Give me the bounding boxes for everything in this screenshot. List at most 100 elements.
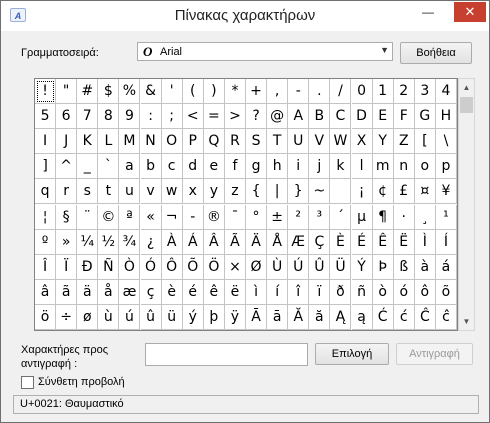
character-cell[interactable]: ă: [309, 304, 331, 330]
character-cell[interactable]: Q: [203, 129, 225, 155]
character-cell[interactable]: T: [267, 129, 289, 155]
character-cell[interactable]: Ò: [119, 254, 141, 280]
character-cell[interactable]: &: [140, 79, 162, 105]
character-cell[interactable]: î: [288, 279, 310, 305]
character-cell[interactable]: U: [288, 129, 310, 155]
character-cell[interactable]: ï: [309, 279, 331, 305]
character-cell[interactable]: _: [77, 154, 99, 180]
character-cell[interactable]: £: [393, 179, 415, 205]
character-cell[interactable]: Å: [267, 229, 289, 255]
character-cell[interactable]: Ý: [351, 254, 373, 280]
character-cell[interactable]: q: [35, 179, 57, 205]
character-cell[interactable]: Þ: [372, 254, 394, 280]
character-cell[interactable]: Í: [435, 229, 457, 255]
character-cell[interactable]: a: [119, 154, 141, 180]
character-cell[interactable]: é: [182, 279, 204, 305]
select-button[interactable]: Επιλογή: [315, 343, 389, 365]
character-cell[interactable]: Ì: [414, 229, 436, 255]
character-cell[interactable]: [330, 179, 352, 205]
character-cell[interactable]: ø: [77, 304, 99, 330]
character-cell[interactable]: â: [35, 279, 57, 305]
character-cell[interactable]: ½: [98, 229, 120, 255]
character-cell[interactable]: Ë: [393, 229, 415, 255]
character-cell[interactable]: `: [98, 154, 120, 180]
character-cell[interactable]: ê: [203, 279, 225, 305]
character-cell[interactable]: G: [414, 104, 436, 130]
character-cell[interactable]: =: [203, 104, 225, 130]
character-cell[interactable]: ë: [224, 279, 246, 305]
character-cell[interactable]: ±: [267, 204, 289, 230]
character-cell[interactable]: ¿: [140, 229, 162, 255]
character-cell[interactable]: S: [246, 129, 268, 155]
character-cell[interactable]: É: [351, 229, 373, 255]
character-cell[interactable]: o: [414, 154, 436, 180]
character-cell[interactable]: µ: [351, 204, 373, 230]
character-cell[interactable]: ¬: [161, 204, 183, 230]
character-cell[interactable]: Ă: [288, 304, 310, 330]
character-cell[interactable]: ): [203, 79, 225, 105]
character-cell[interactable]: ¹: [435, 204, 457, 230]
character-cell[interactable]: E: [372, 104, 394, 130]
character-cell[interactable]: M: [119, 129, 141, 155]
character-cell[interactable]: /: [330, 79, 352, 105]
font-dropdown[interactable]: O Arial ▼: [137, 42, 393, 61]
character-cell[interactable]: +: [246, 79, 268, 105]
character-cell[interactable]: 1: [372, 79, 394, 105]
character-cell[interactable]: ù: [98, 304, 120, 330]
character-cell[interactable]: à: [414, 254, 436, 280]
character-cell[interactable]: e: [203, 154, 225, 180]
character-cell[interactable]: H: [435, 104, 457, 130]
character-cell[interactable]: c: [161, 154, 183, 180]
character-cell[interactable]: è: [161, 279, 183, 305]
character-cell[interactable]: -: [288, 79, 310, 105]
character-cell[interactable]: n: [393, 154, 415, 180]
character-cell[interactable]: À: [161, 229, 183, 255]
character-cell[interactable]: ò: [372, 279, 394, 305]
character-cell[interactable]: Ö: [203, 254, 225, 280]
character-cell[interactable]: æ: [119, 279, 141, 305]
character-cell[interactable]: ×: [224, 254, 246, 280]
character-cell[interactable]: ": [56, 79, 78, 105]
character-cell[interactable]: V: [309, 129, 331, 155]
character-cell[interactable]: p: [435, 154, 457, 180]
character-cell[interactable]: R: [224, 129, 246, 155]
character-cell[interactable]: .: [309, 79, 331, 105]
character-cell[interactable]: ¢: [372, 179, 394, 205]
character-cell[interactable]: ¸: [414, 204, 436, 230]
character-cell[interactable]: ¡: [351, 179, 373, 205]
character-cell[interactable]: ': [161, 79, 183, 105]
character-cell[interactable]: Z: [393, 129, 415, 155]
character-cell[interactable]: %: [119, 79, 141, 105]
character-cell[interactable]: Ĉ: [414, 304, 436, 330]
character-cell[interactable]: -: [182, 204, 204, 230]
character-cell[interactable]: Ù: [267, 254, 289, 280]
character-cell[interactable]: x: [182, 179, 204, 205]
character-cell[interactable]: °: [246, 204, 268, 230]
character-cell[interactable]: 9: [119, 104, 141, 130]
character-cell[interactable]: ,: [267, 79, 289, 105]
character-cell[interactable]: I: [35, 129, 57, 155]
character-cell[interactable]: ]: [35, 154, 57, 180]
character-cell[interactable]: Û: [309, 254, 331, 280]
character-cell[interactable]: Õ: [182, 254, 204, 280]
character-cell[interactable]: 8: [98, 104, 120, 130]
character-cell[interactable]: ý: [182, 304, 204, 330]
character-cell[interactable]: Ú: [288, 254, 310, 280]
character-cell[interactable]: k: [330, 154, 352, 180]
character-cell[interactable]: A: [288, 104, 310, 130]
character-cell[interactable]: ¼: [77, 229, 99, 255]
character-cell[interactable]: õ: [435, 279, 457, 305]
character-cell[interactable]: (: [182, 79, 204, 105]
character-cell[interactable]: [: [414, 129, 436, 155]
character-cell[interactable]: ¶: [372, 204, 394, 230]
character-cell[interactable]: ~: [309, 179, 331, 205]
character-cell[interactable]: }: [288, 179, 310, 205]
character-cell[interactable]: Ð: [77, 254, 99, 280]
character-cell[interactable]: 4: [435, 79, 457, 105]
character-cell[interactable]: 7: [77, 104, 99, 130]
character-cell[interactable]: r: [56, 179, 78, 205]
character-cell[interactable]: ĉ: [435, 304, 457, 330]
character-cell[interactable]: ú: [119, 304, 141, 330]
character-cell[interactable]: ¥: [435, 179, 457, 205]
scroll-thumb[interactable]: [460, 97, 473, 113]
